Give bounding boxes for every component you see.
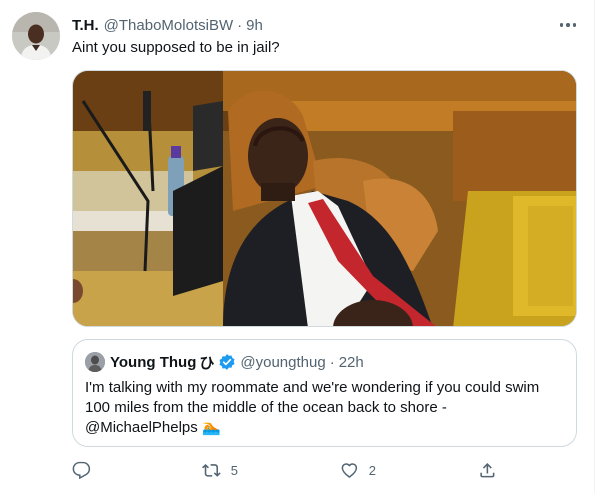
quoted-text: I'm talking with my roommate and we're w… bbox=[85, 378, 555, 438]
quoted-tweet-header: Young Thug ひ @youngthug · 22h bbox=[85, 352, 364, 372]
quoted-separator: · bbox=[329, 353, 335, 371]
avatar[interactable] bbox=[12, 12, 60, 60]
swimmer-emoji: 🏊 bbox=[201, 419, 221, 436]
author-handle[interactable]: @ThaboMolotsiBW bbox=[104, 17, 233, 34]
ellipsis-icon[interactable] bbox=[556, 16, 580, 34]
avatar-photo bbox=[12, 12, 60, 60]
share-icon bbox=[480, 462, 495, 478]
quoted-avatar bbox=[85, 352, 105, 372]
timestamp[interactable]: 9h bbox=[246, 17, 263, 34]
retweet-button[interactable]: 5 bbox=[202, 456, 238, 484]
action-bar: 5 2 bbox=[72, 456, 502, 484]
heart-icon bbox=[341, 462, 358, 478]
reply-icon bbox=[72, 461, 91, 479]
parliament-photo bbox=[73, 71, 576, 326]
tweet-header: T.H. @ThaboMolotsiBW · 9h bbox=[72, 15, 263, 35]
tweet-text: Aint you supposed to be in jail? bbox=[72, 39, 280, 56]
retweet-icon bbox=[202, 463, 221, 477]
quoted-text-body: I'm talking with my roommate and we're w… bbox=[85, 379, 540, 416]
quoted-author-name: Young Thug bbox=[110, 353, 197, 371]
tweet-photo[interactable] bbox=[72, 70, 577, 327]
quoted-timestamp: 22h bbox=[338, 353, 364, 371]
quoted-name-symbol: ひ bbox=[199, 354, 215, 372]
quoted-tweet[interactable]: Young Thug ひ @youngthug · 22h I'm talkin… bbox=[72, 339, 577, 447]
tweet: T.H. @ThaboMolotsiBW · 9h Aint you suppo… bbox=[0, 0, 595, 493]
verified-badge-icon bbox=[219, 354, 235, 370]
quoted-handle: @youngthug bbox=[240, 353, 326, 371]
like-button[interactable]: 2 bbox=[340, 456, 376, 484]
retweet-count: 5 bbox=[230, 462, 238, 478]
share-button[interactable] bbox=[478, 456, 497, 484]
like-count: 2 bbox=[368, 462, 376, 478]
separator: · bbox=[237, 16, 243, 34]
author-name[interactable]: T.H. bbox=[72, 17, 99, 34]
reply-button[interactable] bbox=[72, 456, 101, 484]
quoted-mention[interactable]: @MichaelPhelps bbox=[85, 419, 198, 436]
